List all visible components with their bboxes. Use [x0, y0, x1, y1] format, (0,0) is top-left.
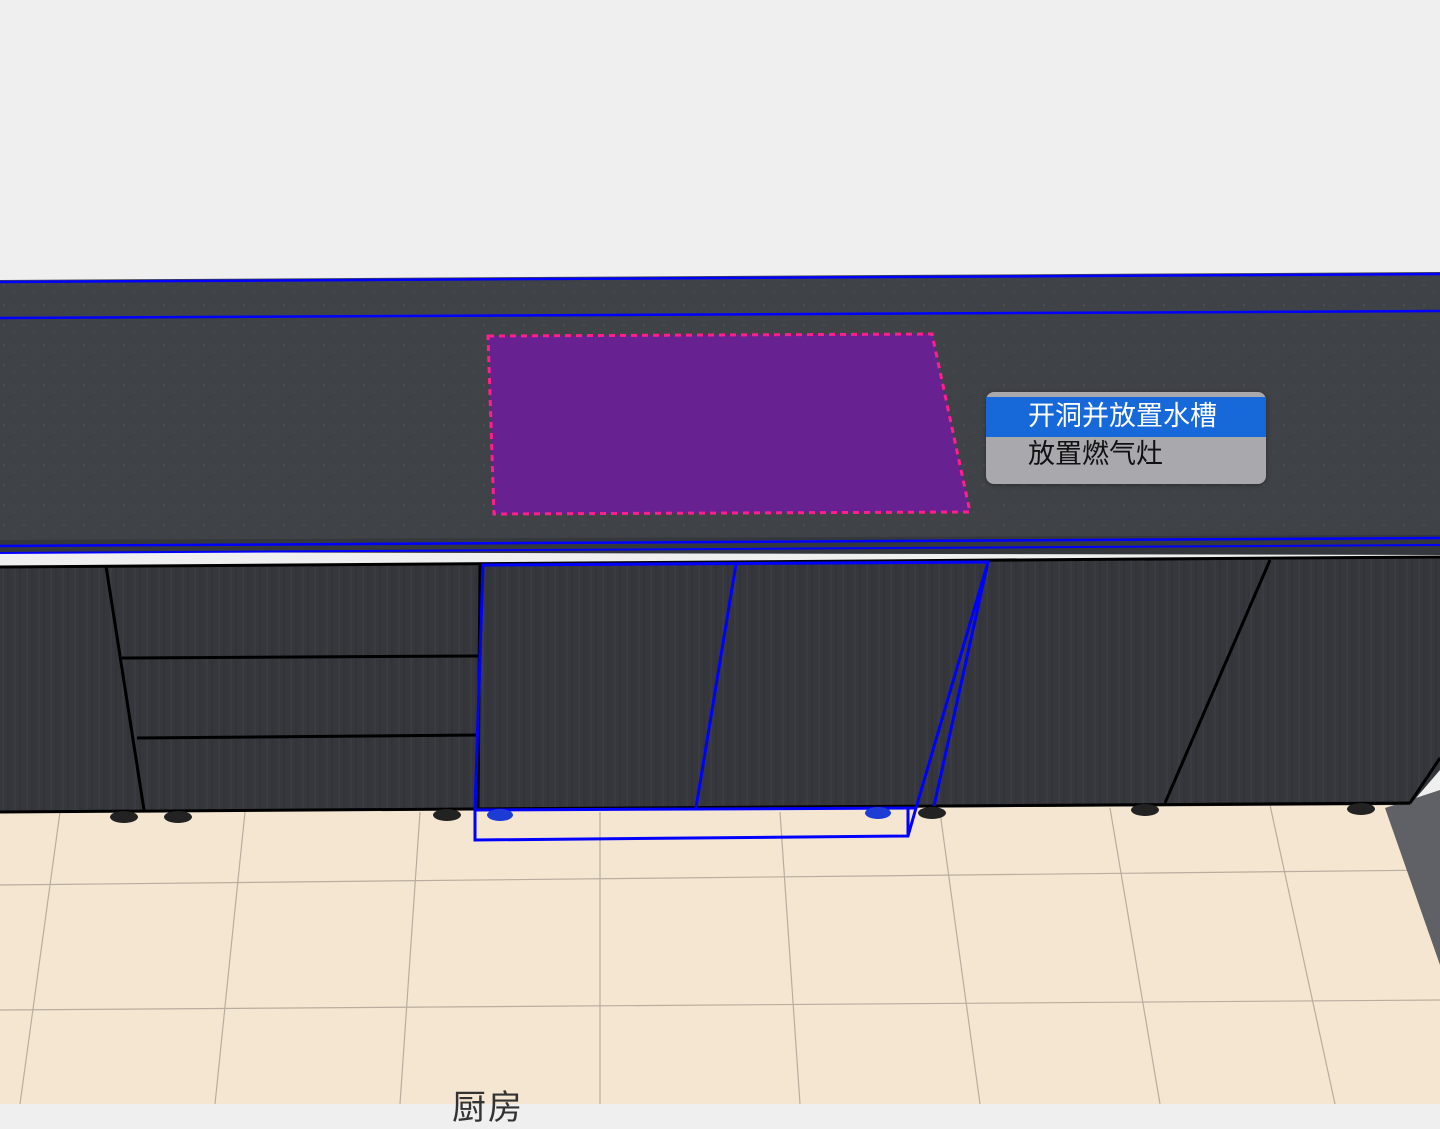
- menu-item-cut-hole-place-sink[interactable]: 开洞并放置水槽: [986, 397, 1266, 437]
- room-label: 厨房: [452, 1088, 524, 1128]
- 3d-kitchen-viewport[interactable]: [0, 0, 1440, 1104]
- base-cabinets[interactable]: [0, 555, 1440, 842]
- context-menu: 开洞并放置水槽 放置燃气灶: [986, 392, 1266, 484]
- menu-item-place-gas-stove[interactable]: 放置燃气灶: [986, 435, 1266, 475]
- sink-placement-region[interactable]: [486, 332, 972, 516]
